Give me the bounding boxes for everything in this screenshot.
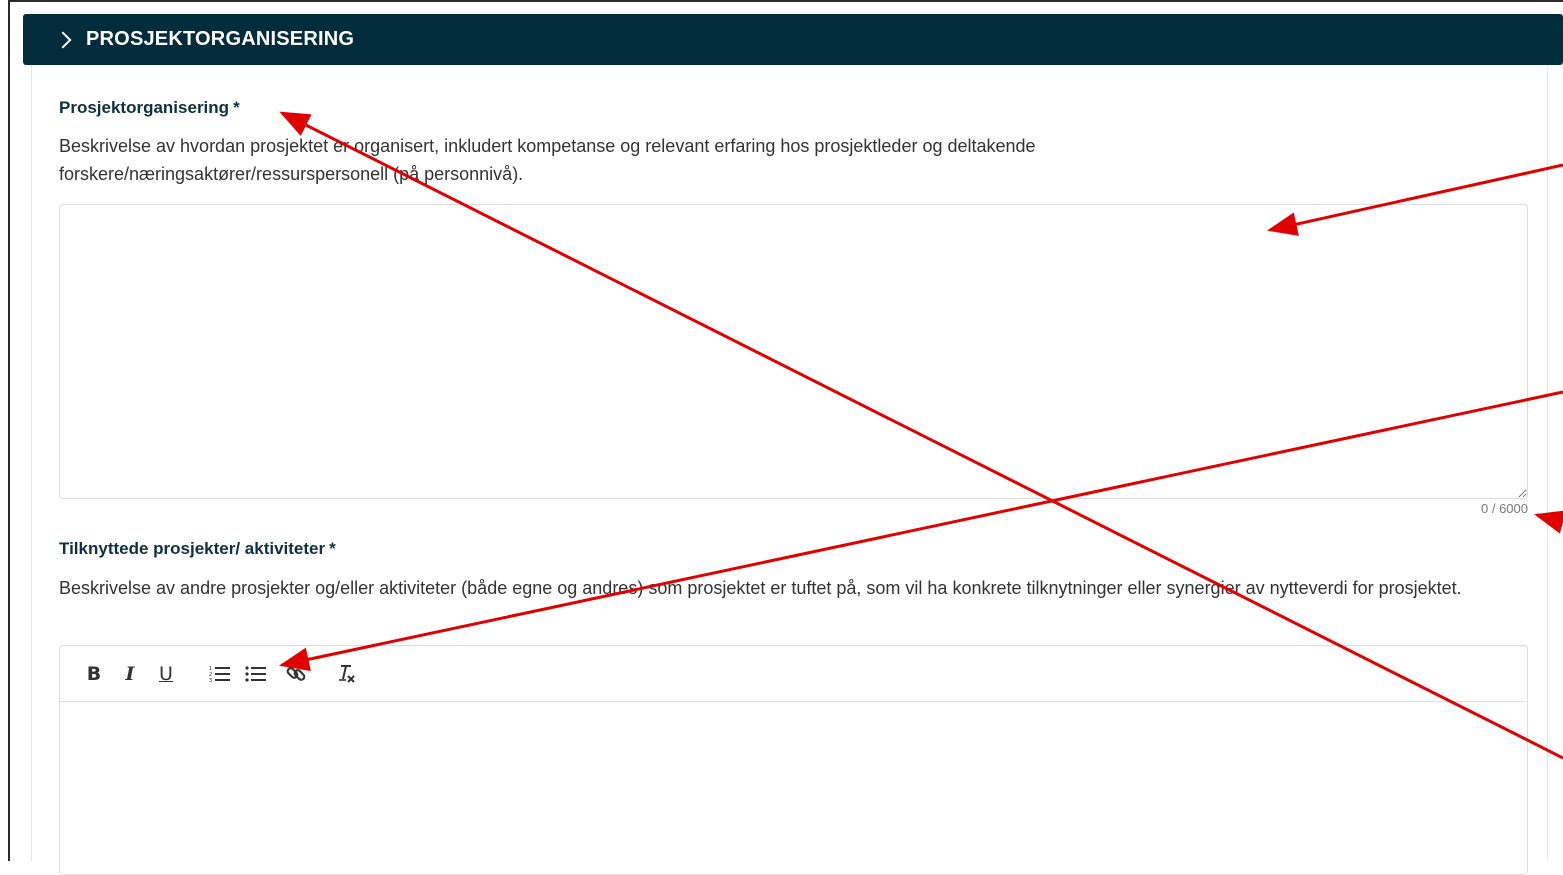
editor-toolbar: B I U 1 2 3 — [60, 646, 1527, 702]
field-label-text: Prosjektorganisering — [59, 98, 230, 117]
section-header-toggle[interactable]: PROSJEKTORGANISERING — [23, 14, 1563, 65]
field-label-text: Tilknyttede prosjekter/ aktiviteter — [59, 539, 326, 558]
required-mark: * — [233, 98, 240, 117]
field-description: Beskrivelse av hvordan prosjektet er org… — [59, 136, 1036, 184]
rich-text-editor: B I U 1 2 3 — [59, 645, 1528, 875]
bullet-list-icon — [245, 665, 266, 682]
chevron-right-icon — [54, 31, 72, 48]
italic-button[interactable]: I — [116, 660, 144, 688]
ordered-list-icon: 1 2 3 — [209, 666, 230, 683]
editor-content-area[interactable] — [60, 702, 1527, 872]
section-title: PROSJEKTORGANISERING — [86, 28, 355, 50]
svg-text:3: 3 — [209, 678, 212, 683]
prosjektorganisering-textarea[interactable] — [59, 204, 1528, 499]
clear-format-button[interactable] — [332, 660, 360, 688]
field-label-tilknyttede-prosjekter: Tilknyttede prosjekter/ aktiviteter * — [59, 539, 336, 559]
bullet-list-button[interactable] — [242, 660, 270, 688]
link-icon — [286, 666, 306, 681]
bold-button[interactable]: B — [80, 660, 108, 688]
ordered-list-button[interactable]: 1 2 3 — [206, 660, 234, 688]
character-counter: 0 / 6000 — [1481, 501, 1528, 516]
link-button[interactable] — [282, 660, 310, 688]
required-mark: * — [329, 539, 336, 558]
clear-format-icon — [339, 664, 355, 683]
field-label-prosjektorganisering: Prosjektorganisering * — [59, 98, 240, 118]
underline-button[interactable]: U — [152, 660, 180, 688]
field-description: Beskrivelse av andre prosjekter og/eller… — [59, 578, 1462, 598]
